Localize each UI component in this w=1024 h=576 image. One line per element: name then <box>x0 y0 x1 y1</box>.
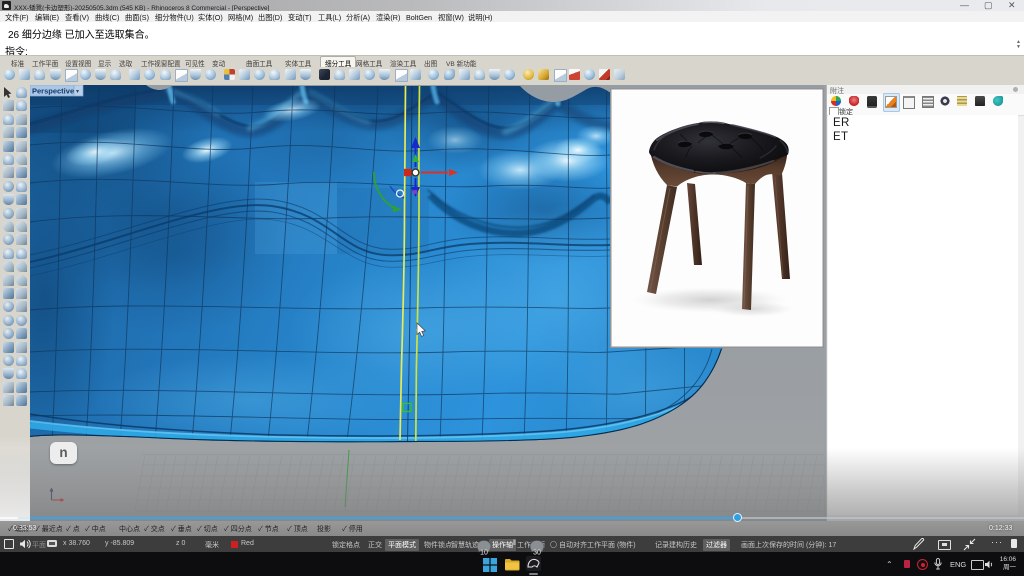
svg-text:Perspective: Perspective <box>32 87 74 96</box>
svg-text:10: 10 <box>480 550 488 557</box>
svg-text:30: 30 <box>533 550 541 557</box>
svg-text:▾: ▾ <box>76 89 79 95</box>
